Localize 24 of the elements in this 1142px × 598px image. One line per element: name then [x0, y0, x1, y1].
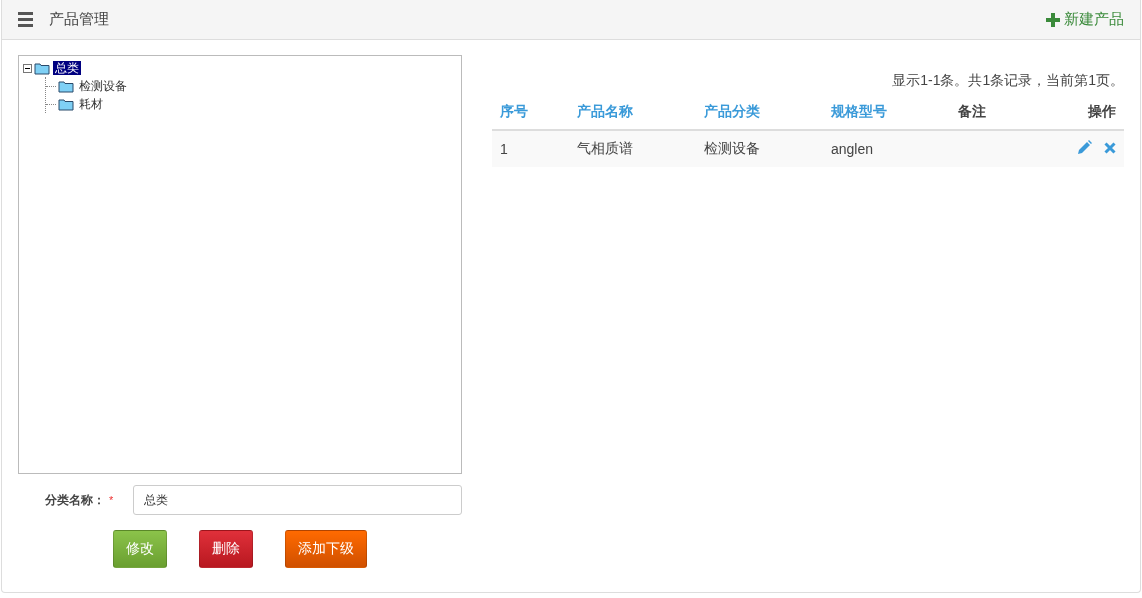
- pagination-info: 显示1-1条。共1条记录，当前第1页。: [891, 72, 1124, 90]
- tree-item[interactable]: 总类: [53, 61, 81, 75]
- collapse-icon[interactable]: [23, 63, 32, 73]
- menu-icon[interactable]: [18, 12, 33, 27]
- table-cell: 1: [500, 141, 508, 157]
- action-button[interactable]: 删除: [199, 530, 253, 568]
- required-mark: *: [109, 494, 115, 506]
- close-icon[interactable]: [1104, 141, 1116, 154]
- table-cell: 气相质谱: [577, 140, 634, 156]
- action-button[interactable]: 添加下级: [285, 530, 367, 568]
- folder-icon: [58, 97, 75, 111]
- category-name-field[interactable]: 总类: [133, 485, 462, 515]
- tree-item[interactable]: 耗材: [77, 97, 105, 111]
- table-cell: 检测设备: [704, 140, 761, 156]
- folder-icon: [58, 79, 75, 93]
- action-button[interactable]: 修改: [113, 530, 167, 568]
- plus-icon: [1046, 12, 1060, 27]
- tree-item[interactable]: 检测设备: [77, 79, 129, 93]
- new-product-button[interactable]: 新建产品: [1046, 10, 1124, 29]
- page-title: 产品管理: [49, 10, 110, 29]
- folder-icon: [34, 61, 51, 75]
- field-label: 分类名称：: [45, 491, 105, 509]
- table-cell: anglen: [830, 141, 873, 157]
- edit-icon[interactable]: [1077, 140, 1092, 155]
